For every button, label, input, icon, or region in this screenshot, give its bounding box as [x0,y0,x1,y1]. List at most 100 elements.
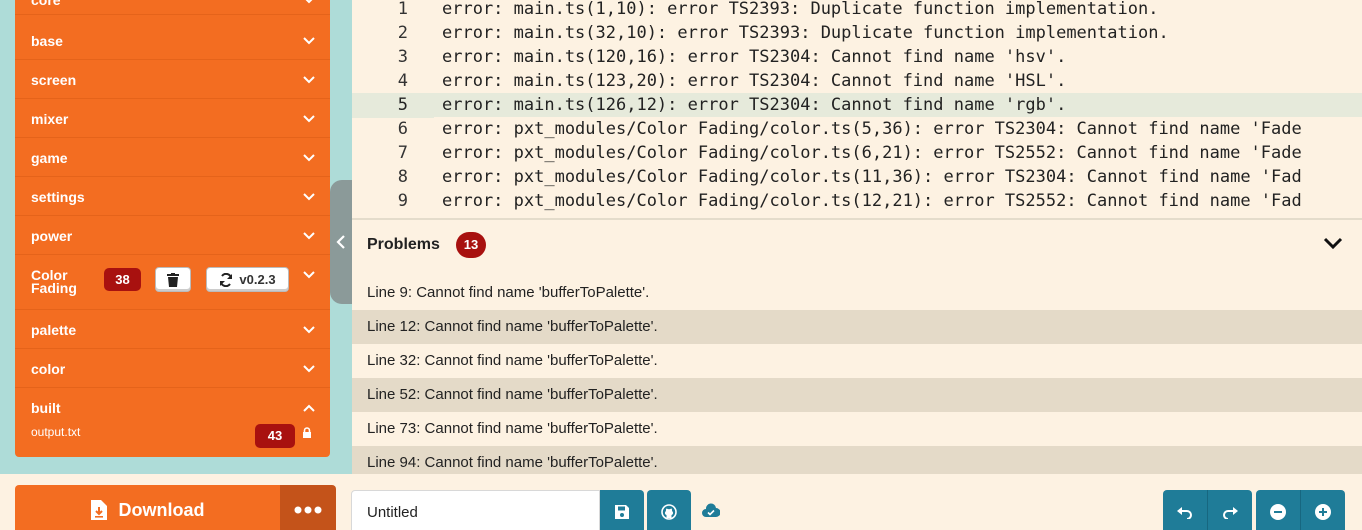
problems-count-badge: 13 [456,232,486,258]
code-line[interactable]: 6 error: pxt_modules/Color Fading/color.t… [352,117,1362,141]
chevron-left-icon [336,235,345,249]
zoom-out-button[interactable] [1256,490,1301,530]
code-text: error: main.ts(123,20): error TS2304: Ca… [442,71,1067,91]
zoom-in-icon [1315,504,1331,520]
code-text: error: pxt_modules/Color Fading/color.ts… [442,167,1302,187]
line-number: 6 [397,119,408,139]
chevron-down-icon [303,232,315,240]
collapse-sidebar-button[interactable] [330,180,352,304]
update-package-button[interactable]: v0.2.3 [206,267,289,292]
error-count-badge: 38 [104,268,141,291]
redo-icon [1223,507,1238,519]
chevron-down-icon [303,365,315,373]
chevron-down-icon [303,76,315,84]
bottom-toolbar: Download [0,474,1362,530]
tree-item-label: screen [31,72,77,88]
tree-item-color-fading[interactable]: Color Fading 38 v0.2.3 [15,255,330,310]
chevron-down-icon [303,271,315,279]
problem-item[interactable]: Line 94: Cannot find name 'bufferToPalet… [352,446,1362,474]
tree-item-core[interactable]: core [15,0,330,15]
problem-item[interactable]: Line 73: Cannot find name 'bufferToPalet… [352,412,1362,446]
line-number: 9 [397,191,408,211]
line-number: 3 [397,47,408,67]
code-line[interactable]: 2 error: main.ts(32,10): error TS2393: Du… [352,21,1362,45]
tree-item-palette[interactable]: palette [15,310,330,349]
code-text: error: main.ts(120,16): error TS2304: Ca… [442,47,1067,67]
tree-item-color[interactable]: color [15,349,330,388]
code-text: error: main.ts(126,12): error TS2304: Ca… [442,95,1067,115]
tree-item-label: settings [31,189,85,205]
problem-item[interactable]: Line 52: Cannot find name 'bufferToPalet… [352,378,1362,412]
chevron-down-icon [305,0,313,4]
zoom-out-icon [1270,504,1286,520]
floppy-disk-icon [615,505,629,519]
more-options-button[interactable] [280,485,336,530]
tree-item-power[interactable]: power [15,216,330,255]
line-number: 7 [397,143,408,163]
tree-item-settings[interactable]: settings [15,177,330,216]
line-number: 4 [397,71,408,91]
tree-item-game[interactable]: game [15,138,330,177]
code-text: error: pxt_modules/Color Fading/color.ts… [442,143,1302,163]
tree-item-label: core [31,0,61,8]
tree-item-screen[interactable]: screen [15,60,330,99]
file-download-icon [90,500,107,520]
trash-icon [167,272,179,287]
ellipsis-icon [294,506,322,514]
tree-item-label: game [31,150,68,166]
problem-item[interactable]: Line 9: Cannot find name 'bufferToPalett… [352,276,1362,310]
code-line[interactable]: 5 error: main.ts(126,12): error TS2304: C… [352,93,1362,117]
download-button[interactable]: Download [15,485,280,530]
refresh-icon [220,272,233,287]
sidebar: core base screen mixer game settings pow… [0,0,350,474]
code-text: error: pxt_modules/Color Fading/color.ts… [442,191,1302,211]
line-number: 1 [397,0,408,19]
problem-item[interactable]: Line 32: Cannot find name 'bufferToPalet… [352,344,1362,378]
problem-item[interactable]: Line 12: Cannot find name 'bufferToPalet… [352,310,1362,344]
tree-item-label: power [31,228,73,244]
code-text: error: main.ts(1,10): error TS2393: Dupl… [442,0,1159,19]
file-output-txt[interactable]: output.txt [31,425,80,439]
problems-panel: Problems 13 Line 9: Cannot find name 'bu… [352,220,1362,474]
chevron-down-icon [303,193,315,201]
save-button[interactable] [600,490,644,530]
tree-item-built[interactable]: built output.txt 43 [15,388,330,457]
undo-icon [1177,507,1192,519]
code-line[interactable]: 7 error: pxt_modules/Color Fading/color.t… [352,141,1362,165]
tree-item-label-line2: Fading [31,280,77,296]
zoom-in-button[interactable] [1301,490,1345,530]
tree-item-label: mixer [31,111,69,127]
code-editor[interactable]: 1 error: main.ts(1,10): error TS2393: Dup… [352,0,1362,219]
tree-item-mixer[interactable]: mixer [15,99,330,138]
tree-item-label: base [31,33,63,49]
github-button[interactable] [647,490,691,530]
code-line[interactable]: 9 error: pxt_modules/Color Fading/color.t… [352,189,1362,213]
delete-package-button[interactable] [155,267,191,292]
code-line[interactable]: 4 error: main.ts(123,20): error TS2304: C… [352,69,1362,93]
code-line[interactable]: 8 error: pxt_modules/Color Fading/color.t… [352,165,1362,189]
lock-icon [303,427,311,438]
github-icon [661,504,677,520]
undo-button[interactable] [1163,490,1208,530]
chevron-down-icon[interactable] [1322,234,1344,252]
code-line[interactable]: 3 error: main.ts(120,16): error TS2304: C… [352,45,1362,69]
problems-title: Problems [367,236,440,253]
code-text: error: pxt_modules/Color Fading/color.ts… [442,119,1302,139]
tree-item-base[interactable]: base [15,21,330,60]
chevron-down-icon [303,37,315,45]
line-number: 8 [397,167,408,187]
tree-item-label: built [31,400,61,416]
chevron-up-icon [303,404,315,412]
chevron-down-icon [303,326,315,334]
tree-item-label: palette [31,322,77,338]
tree-item-label: color [31,361,66,377]
chevron-down-icon [303,115,315,123]
code-line[interactable]: 1 error: main.ts(1,10): error TS2393: Dup… [352,0,1362,21]
project-name-input[interactable] [351,490,600,530]
download-label: Download [118,499,205,520]
chevron-down-icon [303,154,315,162]
error-count-badge: 43 [255,424,295,448]
redo-button[interactable] [1208,490,1252,530]
line-number: 5 [397,95,408,115]
package-version: v0.2.3 [239,272,276,287]
